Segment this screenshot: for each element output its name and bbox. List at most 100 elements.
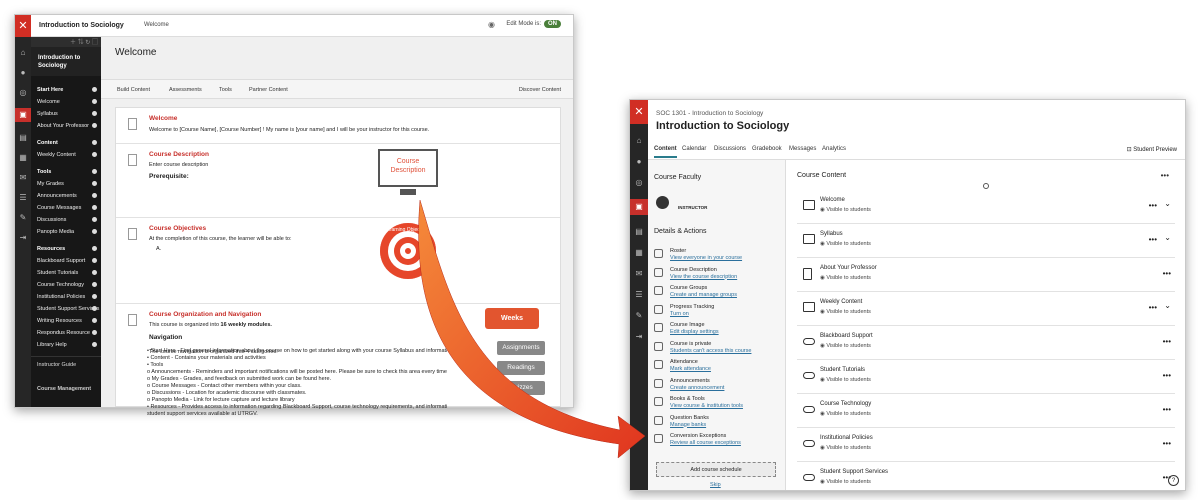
action-link[interactable]: Create announcement [670,385,724,391]
action-link[interactable]: View the course description [670,274,737,280]
content-item[interactable]: Blackboard Support ◉ Visible to students •… [797,326,1175,360]
close-icon[interactable]: ✕ [630,100,648,124]
detail-action[interactable]: Attendance Mark attendance [654,359,780,376]
build-content-menu[interactable]: Build Content [117,87,150,93]
messages-icon[interactable]: ✉ [15,173,31,182]
content-item[interactable]: Student Tutorials ◉ Visible to students ••… [797,360,1175,394]
content-item[interactable]: Weekly Content ◉ Visible to students ⌄ ••• [797,292,1175,326]
visibility-label[interactable]: ◉ Visible to students [820,309,871,315]
action-link[interactable]: Students can't access this course [670,348,751,354]
menu-item[interactable]: Panopto Media [31,223,101,235]
edit-mode-value[interactable]: ON [544,20,561,28]
more-options-icon[interactable]: ••• [1163,439,1171,448]
help-icon[interactable]: ? [1168,475,1179,486]
more-options-icon[interactable]: ••• [1149,303,1157,312]
menu-item[interactable]: Discussions [31,211,101,223]
menu-item[interactable]: Blackboard Support [31,252,101,264]
item-title[interactable]: Welcome [149,115,177,122]
close-icon[interactable]: ✕ [15,15,31,37]
action-link[interactable]: View everyone in your course [670,255,742,261]
profile-icon[interactable]: ● [630,157,648,166]
menu-course-title[interactable]: Introduction to Sociology [31,47,101,76]
student-view-icon[interactable]: ◉ [488,20,495,29]
breadcrumb[interactable]: Welcome [144,22,169,28]
visibility-label[interactable]: ◉ Visible to students [820,275,871,281]
grades-icon[interactable]: ☰ [15,193,31,202]
more-options-icon[interactable]: ••• [1149,235,1157,244]
organizations-icon[interactable]: ▤ [630,227,648,236]
signout-icon[interactable]: ⇥ [630,332,648,341]
institution-icon[interactable]: ⌂ [630,136,648,145]
messages-icon[interactable]: ✉ [630,269,648,278]
courses-icon[interactable]: ▣ [15,108,31,122]
menu-item[interactable]: Respondus Resource [31,324,101,336]
tab-calendar[interactable]: Calendar [682,146,706,152]
tab-analytics[interactable]: Analytics [822,146,846,152]
content-item-description[interactable]: Course Description Enter course descript… [116,144,560,218]
chevron-down-icon[interactable]: ⌄ [1164,301,1171,310]
visibility-label[interactable]: ◉ Visible to students [820,377,871,383]
avatar[interactable] [656,196,669,209]
visibility-label[interactable]: ◉ Visible to students [820,479,871,485]
action-link[interactable]: View course & institution tools [670,403,743,409]
action-link[interactable]: Mark attendance [670,366,711,372]
menu-item[interactable]: Library Help [31,336,101,348]
assessments-menu[interactable]: Assessments [169,87,202,93]
menu-item[interactable]: Course Messages [31,199,101,211]
more-options-icon[interactable]: ••• [1149,201,1157,210]
visibility-label[interactable]: ◉ Visible to students [820,207,871,213]
action-link[interactable]: Manage banks [670,422,706,428]
chevron-down-icon[interactable]: ⌄ [1164,199,1171,208]
calendar-icon[interactable]: ▦ [15,153,31,162]
menu-item[interactable]: Welcome [31,93,101,105]
courses-icon[interactable]: ▣ [630,199,648,215]
more-options-icon[interactable]: ••• [1163,371,1171,380]
more-options-icon[interactable]: ••• [1163,405,1171,414]
skip-link[interactable]: Skip [710,482,721,488]
tools-icon[interactable]: ✎ [630,311,648,320]
detail-action[interactable]: Roster View everyone in your course [654,248,780,265]
menu-item[interactable]: Syllabus [31,105,101,117]
detail-action[interactable]: Announcements Create announcement [654,378,780,395]
item-title[interactable]: Welcome [820,197,845,203]
tab-discussions[interactable]: Discussions [714,146,746,152]
visibility-label[interactable]: ◉ Visible to students [820,241,871,247]
visibility-label[interactable]: ◉ Visible to students [820,343,871,349]
item-title[interactable]: Institutional Policies [820,435,873,441]
chevron-down-icon[interactable]: ⌄ [1164,233,1171,242]
detail-action[interactable]: Course Description View the course descri… [654,267,780,284]
content-item[interactable]: Institutional Policies ◉ Visible to stude… [797,428,1175,462]
item-title[interactable]: Course Description [149,151,209,158]
content-item[interactable]: Student Support Services ◉ Visible to stu… [797,462,1175,490]
item-title[interactable]: Blackboard Support [820,333,873,339]
calendar-icon[interactable]: ▦ [630,248,648,257]
menu-item[interactable]: Institutional Policies [31,288,101,300]
item-title[interactable]: About Your Professor [820,265,877,271]
profile-icon[interactable]: ● [15,68,31,77]
content-item[interactable]: Welcome ◉ Visible to students ⌄ ••• [797,190,1175,224]
partner-content-menu[interactable]: Partner Content [249,87,288,93]
menu-item[interactable]: Course Technology [31,276,101,288]
action-link[interactable]: Edit display settings [670,329,719,335]
detail-action[interactable]: Course Image Edit display settings [654,322,780,339]
signout-icon[interactable]: ⇥ [15,233,31,242]
content-item-objectives[interactable]: Course Objectives At the completion of t… [116,218,560,304]
menu-item[interactable]: Student Tutorials [31,264,101,276]
menu-section-3[interactable]: Resources [31,235,101,252]
menu-section-2[interactable]: Tools [31,158,101,175]
menu-section-1[interactable]: Content [31,129,101,146]
item-title[interactable]: Student Support Services [820,469,888,475]
content-item[interactable]: Syllabus ◉ Visible to students ⌄ ••• [797,224,1175,258]
menu-item[interactable]: Weekly Content [31,146,101,158]
globe-icon[interactable]: ◎ [630,178,648,187]
content-item-welcome[interactable]: Welcome Welcome to [Course Name], [Cours… [116,108,560,144]
more-options-icon[interactable]: ••• [1161,171,1169,180]
menu-tools[interactable]: ＋ ⇅ ↻ ▢ [31,37,101,47]
tools-icon[interactable]: ✎ [15,213,31,222]
detail-action[interactable]: Progress Tracking Turn on [654,304,780,321]
detail-action[interactable]: Question Banks Manage banks [654,415,780,432]
tab-content[interactable]: Content [654,146,677,158]
content-item[interactable]: Course Technology ◉ Visible to students ••… [797,394,1175,428]
menu-item[interactable]: My Grades [31,175,101,187]
item-title[interactable]: Weekly Content [820,299,862,305]
